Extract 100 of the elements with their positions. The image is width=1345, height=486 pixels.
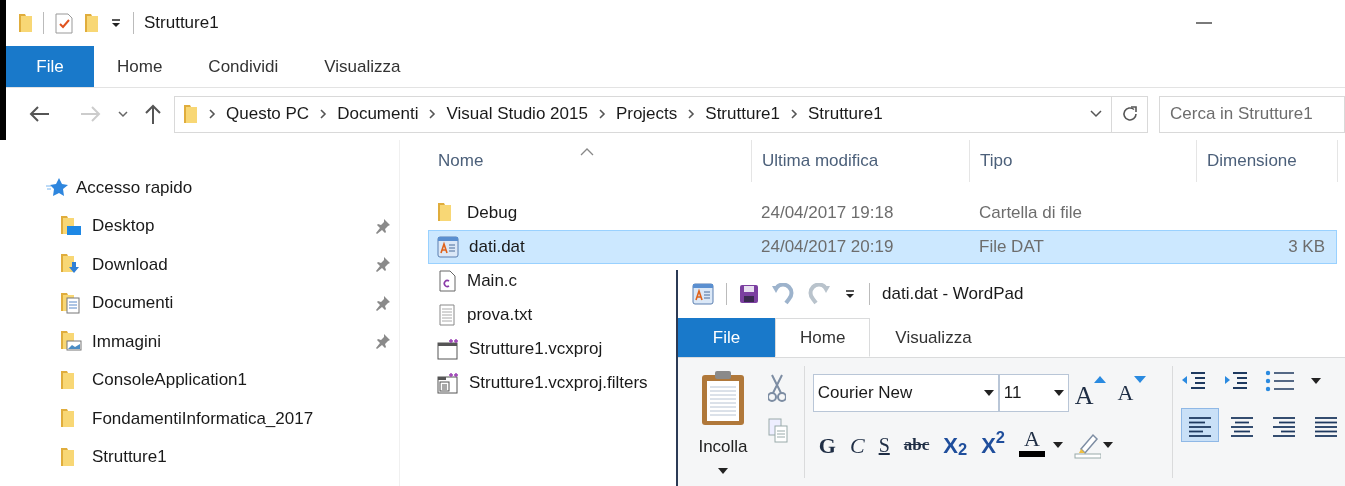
breadcrumb[interactable]: Strutture1 [705,101,780,127]
breadcrumb[interactable]: Visual Studio 2015 [446,101,588,127]
pin-icon[interactable] [375,217,391,234]
paste-button[interactable]: Incolla [678,366,768,478]
project-file-icon [437,338,459,360]
subscript-button[interactable]: X$_{2}$ [937,428,974,462]
nav-item[interactable]: Desktop [92,213,155,239]
quick-access-star-icon[interactable] [46,177,68,198]
nav-item[interactable]: FondamentiInformatica_2017 [92,405,314,431]
pictures-folder-icon [60,330,82,353]
nav-item[interactable]: Accesso rapido [76,174,193,200]
file-name: prova.txt [467,304,533,327]
up-icon[interactable] [144,103,162,125]
ribbon-tab[interactable]: File [6,46,94,87]
grow-font-button[interactable]: A [1068,376,1112,410]
caret-icon[interactable] [1103,442,1113,448]
shrink-font-button[interactable]: A [1111,376,1152,410]
ribbon-tab[interactable]: Home [775,318,871,357]
save-icon[interactable] [739,284,759,304]
alignment-button[interactable] [1181,408,1219,442]
recent-locations-icon[interactable] [117,110,129,118]
refresh-button[interactable] [1112,95,1148,133]
file-name: Strutture1.vcxproj [469,338,603,361]
nav-item[interactable]: Documenti [92,290,174,316]
font-color-button[interactable]: A [1013,428,1051,462]
refresh-icon [1120,105,1139,123]
file-name: Debug [467,202,518,225]
chevron-icon [208,108,216,120]
bulleted-list-icon[interactable] [1265,370,1295,392]
caret-icon[interactable] [1053,442,1063,448]
breadcrumb[interactable]: Strutture1 [807,101,883,127]
folder-icon [60,446,75,467]
increase-indent-icon[interactable] [1223,370,1249,392]
column-header[interactable]: Ultima modifica [762,148,879,174]
text-file-icon [437,304,457,326]
file-type: Cartella di file [979,202,1082,225]
breadcrumb[interactable]: Documenti [337,101,419,127]
wordpad-app-icon [692,283,714,305]
address-bar[interactable]: Questo PC Documenti Visual Studio 2015 Projects Strutture1 Strutture1 [174,95,1112,133]
file-name: Main.c [467,270,518,293]
font-size-dropdown[interactable]: 11 [998,374,1069,412]
folder-icon [183,104,198,124]
clipboard-icon [700,370,746,426]
cut-icon[interactable] [768,374,786,402]
search-field[interactable]: Cerca in Strutture1 [1159,95,1345,133]
nav-item[interactable]: Download [92,251,168,277]
nav-item[interactable]: Immagini [92,328,161,354]
history-dropdown-icon[interactable] [1089,109,1103,119]
nav-item[interactable]: Strutture1 [92,444,167,470]
italic-button[interactable]: C [843,428,871,462]
file-row[interactable]: Strutture1.vcxproj [428,332,610,366]
chevron-icon [687,108,696,120]
file-row[interactable]: prova.txt [428,298,540,332]
pin-icon[interactable] [375,294,391,311]
caret-icon [983,390,994,396]
pin-icon[interactable] [375,256,391,273]
nav-item[interactable]: ConsoleApplication1 [92,367,247,393]
file-name: Strutture1.vcxproj.filters [469,372,648,395]
caret-icon[interactable] [1311,378,1321,384]
column-header[interactable]: Nome [438,148,484,174]
column-header[interactable]: Dimensione [1207,148,1297,174]
chevron-icon [597,108,606,120]
ribbon-tab[interactable]: Home [94,46,186,87]
window-title: dati.dat - WordPad [882,283,1024,306]
file-name: dati.dat [469,236,525,259]
properties-icon[interactable] [54,12,74,34]
customize-dropdown-icon[interactable] [843,287,857,301]
breadcrumb[interactable]: Projects [615,101,678,127]
ribbon-tab[interactable]: Visualizza [301,46,424,87]
file-row[interactable]: Main.c [428,264,525,298]
caret-icon [718,467,728,474]
ribbon-tab[interactable]: Condividi [185,46,302,87]
pin-icon[interactable] [375,333,391,350]
file-row[interactable]: Strutture1.vcxproj.filters [428,366,655,400]
up-triangle-icon [1093,376,1106,383]
caret-icon [1053,390,1064,396]
file-type: File DAT [979,236,1044,259]
file-row[interactable]: dati.dat 24/04/2017 20:19 File DAT 3 KB [428,230,1337,264]
file-row[interactable]: Debug 24/04/2017 19:18 Cartella di file [428,196,1337,230]
ribbon-tab[interactable]: File [678,318,775,357]
customize-dropdown-icon[interactable] [109,16,123,30]
file-size: 3 KB [1288,236,1325,259]
strikethrough-button[interactable]: abc [897,428,936,462]
superscript-button[interactable]: X$^{2}$ [975,428,1011,462]
bold-button[interactable]: G [812,428,842,462]
modified-date: 24/04/2017 20:19 [761,236,894,259]
sort-ascending-icon [580,147,594,156]
align-right-icon [1271,414,1297,437]
chevron-icon [428,108,437,120]
wordpad-document-icon [437,236,459,258]
justify-icon [1313,414,1339,437]
align-center-icon [1229,414,1255,437]
back-icon[interactable] [29,105,51,123]
underline-button[interactable]: S [872,428,896,462]
align-left-icon [1187,414,1213,437]
breadcrumb[interactable]: Questo PC [226,101,310,127]
ribbon-tab[interactable]: Visualizza [870,318,997,357]
font-name-dropdown[interactable]: Courier New [812,374,999,412]
decrease-indent-icon[interactable] [1181,370,1207,392]
column-header[interactable]: Tipo [980,148,1013,174]
